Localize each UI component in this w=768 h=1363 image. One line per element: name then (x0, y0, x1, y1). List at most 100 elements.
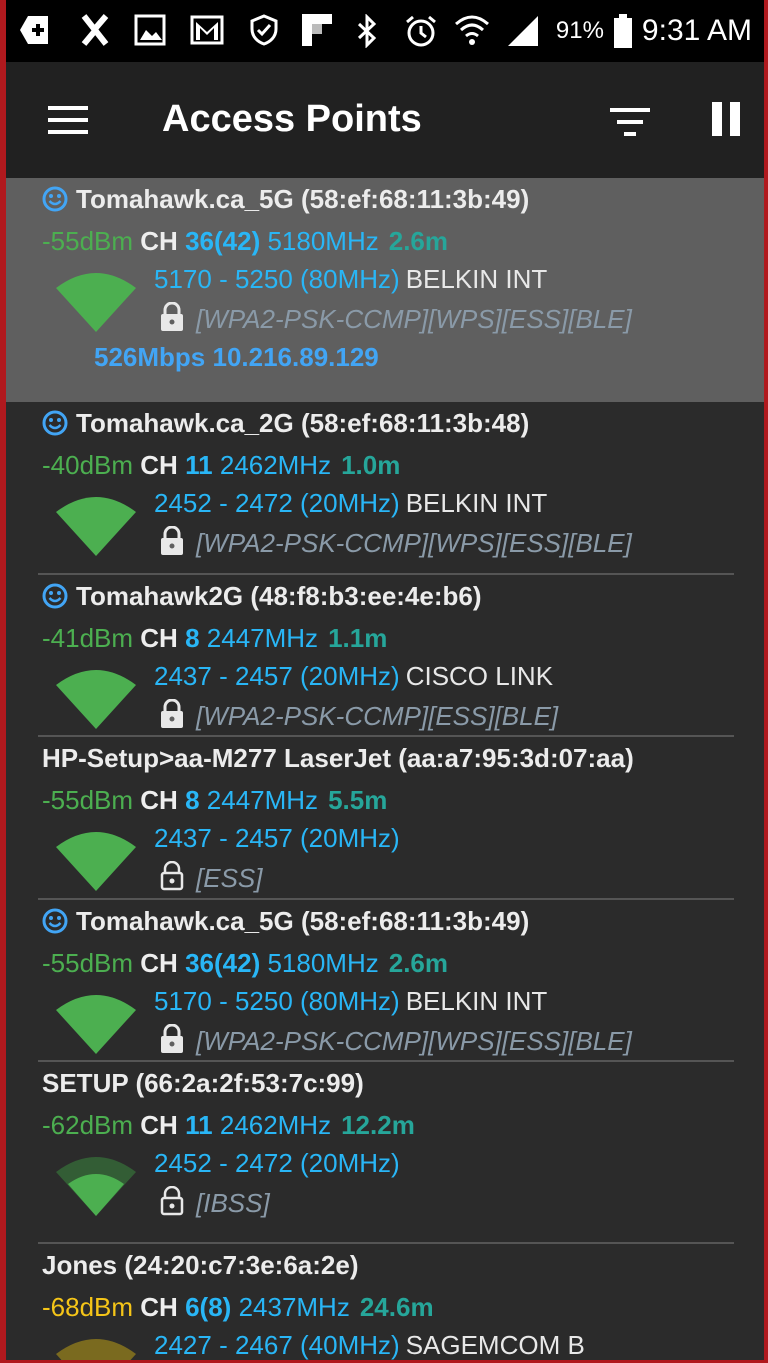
security-capabilities: [WPA2-PSK-CCMP][WPS][ESS][BLE] (196, 528, 632, 558)
distance: 5.5m (328, 785, 388, 815)
access-point-row[interactable]: Jones (24:20:c7:3e:6a:2e) -68dBm CH 6(8) … (6, 1244, 764, 1363)
channel-label: CH (140, 450, 178, 480)
security-line: [WPA2-PSK-CCMP][WPS][ESS][BLE] (158, 302, 632, 335)
channel-value: 6(8) (185, 1292, 232, 1322)
alarm-icon (406, 15, 436, 47)
vendor: CISCO LINK (405, 661, 554, 691)
channel-value: 11 (185, 450, 213, 480)
channel-range-line: 5170 - 5250 (80MHz) BELKIN INT (154, 986, 547, 1017)
security-line: [ESS] (158, 861, 262, 894)
signal-dbm: -41dBm (42, 623, 134, 653)
smile-icon (42, 583, 68, 609)
ssid-text: Tomahawk2G (48:f8:b3:ee:4e:b6) (76, 581, 482, 611)
signal-dbm: -62dBm (42, 1110, 134, 1140)
signal-strength-icon (56, 832, 136, 891)
frequency: 2447MHz (206, 623, 319, 653)
distance: 24.6m (359, 1292, 434, 1322)
vendor: BELKIN INT (405, 264, 548, 294)
channel-label: CH (140, 1110, 178, 1140)
access-point-list[interactable]: Tomahawk.ca_5G (58:ef:68:11:3b:49) -55dBm… (6, 178, 764, 1363)
access-point-row[interactable]: Tomahawk.ca_2G (58:ef:68:11:3b:48) -40dBm… (6, 402, 764, 575)
distance: 1.0m (341, 450, 401, 480)
app-bar: Access Points (6, 62, 764, 178)
frequency: 2437MHz (238, 1292, 350, 1322)
gmail-icon (190, 15, 224, 45)
frequency: 2462MHz (219, 1110, 332, 1140)
channel-range: 5170 - 5250 (80MHz) (154, 986, 400, 1016)
ssid-text: Jones (24:20:c7:3e:6a:2e) (42, 1250, 359, 1280)
lock-icon (161, 526, 183, 555)
filter-icon[interactable] (610, 108, 650, 138)
ssid-line: HP-Setup>aa-M277 LaserJet (aa:a7:95:3d:0… (42, 743, 634, 774)
access-point-row[interactable]: SETUP (66:2a:2f:53:7c:99) -62dBm CH 11 24… (6, 1062, 764, 1244)
lock-icon (161, 1024, 183, 1053)
smile-icon (42, 410, 68, 436)
frequency: 2447MHz (206, 785, 319, 815)
vendor: BELKIN INT (405, 986, 548, 1016)
ssid-text: HP-Setup>aa-M277 LaserJet (aa:a7:95:3d:0… (42, 743, 634, 773)
lock-icon (161, 302, 183, 331)
distance: 1.1m (328, 623, 388, 653)
unlock-icon (160, 1186, 184, 1216)
pause-icon[interactable] (712, 102, 742, 136)
channel-label: CH (140, 948, 178, 978)
channel-value: 36(42) (185, 948, 261, 978)
smile-icon (42, 186, 68, 212)
battery-percent: 91% (555, 17, 604, 44)
ssid-line: SETUP (66:2a:2f:53:7c:99) (42, 1068, 364, 1099)
wifi-status-icon (455, 15, 489, 45)
menu-icon[interactable] (48, 106, 88, 134)
ssid-text: Tomahawk.ca_5G (58:ef:68:11:3b:49) (76, 184, 530, 214)
security-capabilities: [IBSS] (196, 1188, 270, 1218)
signal-line: -55dBm CH 36(42) 5180MHz 2.6m (42, 948, 448, 979)
signal-line: -41dBm CH 8 2447MHz 1.1m (42, 623, 387, 654)
signal-strength-icon (56, 995, 136, 1054)
k-app-icon (81, 14, 109, 46)
ssid-line: Tomahawk.ca_5G (58:ef:68:11:3b:49) (42, 906, 529, 937)
signal-strength-icon (56, 670, 136, 729)
signal-dbm: -55dBm (42, 948, 134, 978)
signal-dbm: -55dBm (42, 785, 134, 815)
channel-label: CH (140, 1292, 178, 1322)
access-point-row[interactable]: Tomahawk.ca_5G (58:ef:68:11:3b:49) -55dBm… (6, 178, 764, 402)
channel-range-line: 2437 - 2457 (20MHz) (154, 823, 400, 854)
channel-range: 2437 - 2457 (20MHz) (154, 823, 400, 853)
access-point-row[interactable]: Tomahawk2G (48:f8:b3:ee:4e:b6) -41dBm CH … (6, 575, 764, 737)
bluetooth-icon (357, 14, 377, 48)
signal-line: -40dBm CH 11 2462MHz 1.0m (42, 450, 400, 481)
signal-dbm: -68dBm (42, 1292, 134, 1322)
channel-label: CH (140, 623, 178, 653)
signal-dbm: -40dBm (42, 450, 134, 480)
access-point-row[interactable]: Tomahawk.ca_5G (58:ef:68:11:3b:49) -55dBm… (6, 900, 764, 1062)
signal-line: -55dBm CH 36(42) 5180MHz 2.6m (42, 226, 448, 257)
distance: 12.2m (341, 1110, 415, 1140)
channel-range-line: 2427 - 2467 (40MHz) SAGEMCOM B (154, 1330, 585, 1361)
ssid-line: Tomahawk.ca_2G (58:ef:68:11:3b:48) (42, 408, 529, 439)
page-title: Access Points (162, 98, 422, 140)
security-capabilities: [WPA2-PSK-CCMP][ESS][BLE] (196, 701, 559, 731)
vendor: SAGEMCOM B (405, 1330, 585, 1360)
clock: 9:31 AM (641, 14, 752, 47)
flipboard-icon (302, 14, 332, 46)
channel-range: 2427 - 2467 (40MHz) (154, 1330, 400, 1360)
smile-icon (42, 908, 68, 934)
signal-strength-icon (56, 273, 136, 332)
security-line: [WPA2-PSK-CCMP][WPS][ESS][BLE] (158, 1024, 632, 1057)
ssid-line: Tomahawk2G (48:f8:b3:ee:4e:b6) (42, 581, 482, 612)
channel-range-line: 2437 - 2457 (20MHz) CISCO LINK (154, 661, 553, 692)
frequency: 5180MHz (267, 948, 379, 978)
channel-value: 8 (185, 785, 200, 815)
lock-icon (161, 699, 183, 728)
status-bar: 91% 9:31 AM (6, 0, 764, 62)
channel-range-line: 5170 - 5250 (80MHz) BELKIN INT (154, 264, 547, 295)
ssid-line: Tomahawk.ca_5G (58:ef:68:11:3b:49) (42, 184, 529, 215)
ssid-text: Tomahawk.ca_2G (58:ef:68:11:3b:48) (76, 408, 530, 438)
signal-line: -68dBm CH 6(8) 2437MHz 24.6m (42, 1292, 434, 1323)
vendor: BELKIN INT (405, 488, 548, 518)
signal-line: -55dBm CH 8 2447MHz 5.5m (42, 785, 387, 816)
unlock-icon (160, 861, 184, 891)
signal-strength-icon (56, 1157, 136, 1216)
security-capabilities: [WPA2-PSK-CCMP][WPS][ESS][BLE] (196, 304, 632, 334)
access-point-row[interactable]: HP-Setup>aa-M277 LaserJet (aa:a7:95:3d:0… (6, 737, 764, 900)
security-line: [IBSS] (158, 1186, 270, 1219)
